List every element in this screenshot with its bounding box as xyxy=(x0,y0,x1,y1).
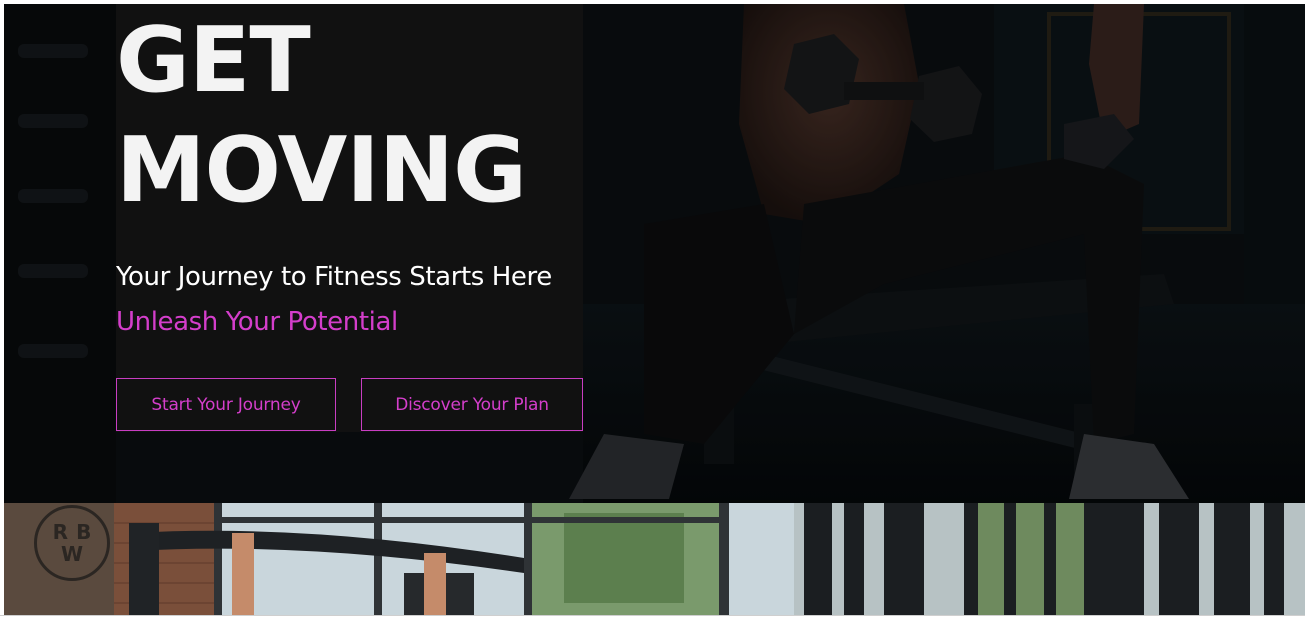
gym-photo-image xyxy=(4,503,1305,615)
logo-letter-r: R xyxy=(52,520,69,544)
logo-letter-w: W xyxy=(60,542,84,566)
logo-letter-b: B xyxy=(76,520,92,544)
rbw-logo: R B W xyxy=(34,505,110,581)
gym-photo-strip: R B W xyxy=(4,503,1305,615)
discover-your-plan-button[interactable]: Discover Your Plan xyxy=(361,378,583,431)
headline-line-1: GET xyxy=(116,8,311,113)
page-bottom-border xyxy=(0,615,1305,621)
headline-line-2: MOVING xyxy=(116,118,527,223)
hero-subtitle: Your Journey to Fitness Starts Here xyxy=(116,262,552,292)
landing-page: GET MOVING Your Journey to Fitness Start… xyxy=(0,0,1305,621)
hero-tagline: Unleash Your Potential xyxy=(116,307,398,337)
hero-section: GET MOVING Your Journey to Fitness Start… xyxy=(4,4,1305,503)
hero-headline: GET MOVING xyxy=(116,6,527,226)
start-your-journey-button[interactable]: Start Your Journey xyxy=(116,378,336,431)
